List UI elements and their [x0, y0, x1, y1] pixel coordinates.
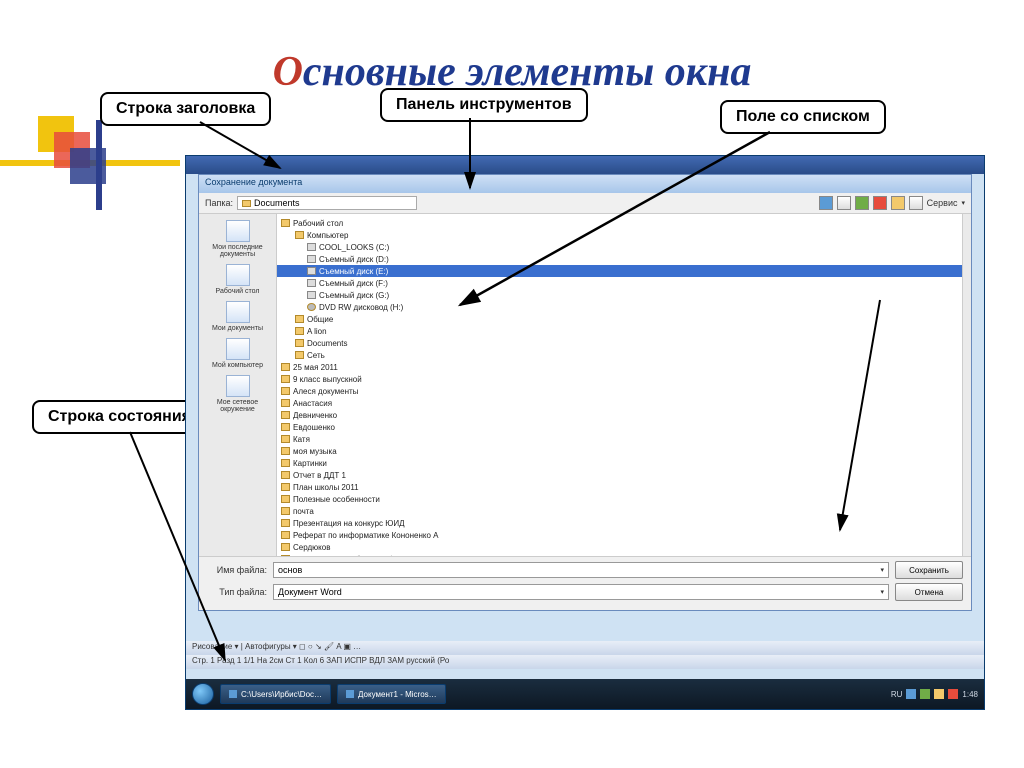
folder-tree[interactable]: Рабочий столКомпьютерCOOL_LOOKS (C:)Съем… — [277, 214, 963, 575]
views-icon[interactable] — [909, 196, 923, 210]
clock: 1:48 — [962, 690, 978, 699]
tree-row[interactable]: COOL_LOOKS (C:) — [277, 241, 962, 253]
tree-row[interactable]: Презентация на конкурс ЮИД — [277, 517, 962, 529]
nav-up-icon[interactable] — [837, 196, 851, 210]
tree-row[interactable]: Евдошенко — [277, 421, 962, 433]
tray-icon[interactable] — [906, 689, 916, 699]
filetype-combo[interactable]: Документ Word▾ — [273, 584, 889, 600]
dialog-toolbar: Папка: Documents Сервис▾ — [199, 193, 971, 214]
tree-row[interactable]: Картинки — [277, 457, 962, 469]
word-drawing-toolbar: Рисование ▾ | Автофигуры ▾ ◻ ○ ↘ 🖌 A ▣ … — [186, 641, 984, 655]
tree-row[interactable]: моя музыка — [277, 445, 962, 457]
path-label: Папка: — [205, 198, 233, 208]
tree-row[interactable]: Катя — [277, 433, 962, 445]
dialog-title: Сохранение документа — [199, 175, 971, 193]
folder-icon — [242, 200, 251, 207]
places-item[interactable]: Мои документы — [202, 299, 274, 334]
tree-row[interactable]: Съемный диск (G:) — [277, 289, 962, 301]
tree-row[interactable]: Компьютер — [277, 229, 962, 241]
filename-label: Имя файла: — [207, 565, 267, 575]
save-dialog: Сохранение документа Папка: Documents Се… — [198, 174, 972, 611]
callout-combo: Поле со списком — [720, 100, 886, 134]
new-folder-icon[interactable] — [891, 196, 905, 210]
tree-row[interactable]: почта — [277, 505, 962, 517]
tree-row[interactable]: Алеся документы — [277, 385, 962, 397]
filename-input[interactable]: основ▾ — [273, 562, 889, 578]
tree-row[interactable]: Реферат по информатике Кононенко А — [277, 529, 962, 541]
save-button[interactable]: Сохранить — [895, 561, 963, 579]
start-button[interactable] — [192, 683, 214, 705]
tree-row[interactable]: Отчет в ДДТ 1 — [277, 469, 962, 481]
tree-row[interactable]: Сеть — [277, 349, 962, 361]
service-label[interactable]: Сервис — [927, 198, 958, 208]
path-combo[interactable]: Documents — [237, 196, 417, 210]
callout-title-bar: Строка заголовка — [100, 92, 271, 126]
tree-row[interactable]: A lion — [277, 325, 962, 337]
tree-row[interactable]: 25 мая 2011 — [277, 361, 962, 373]
tree-row[interactable]: Documents — [277, 337, 962, 349]
callout-status: Строка состояния — [32, 400, 207, 434]
windows-taskbar: C:\Users\Ирбис\Doc… Документ1 - Micros… R… — [186, 679, 984, 709]
cancel-button[interactable]: Отмена — [895, 583, 963, 601]
places-bar: Мои последние документыРабочий столМои д… — [199, 214, 277, 575]
nav-back-icon[interactable] — [819, 196, 833, 210]
tree-row[interactable]: DVD RW дисковод (H:) — [277, 301, 962, 313]
search-icon[interactable] — [855, 196, 869, 210]
tray-icon[interactable] — [934, 689, 944, 699]
taskbar-item[interactable]: C:\Users\Ирбис\Doc… — [220, 684, 331, 704]
tree-row[interactable]: Полезные особенности — [277, 493, 962, 505]
language-indicator[interactable]: RU — [891, 690, 903, 699]
tree-row[interactable]: Рабочий стол — [277, 217, 962, 229]
tree-row[interactable]: Анастасия — [277, 397, 962, 409]
word-title-bar — [186, 156, 984, 174]
callout-toolbar: Панель инструментов — [380, 88, 588, 122]
system-tray: RU 1:48 — [891, 689, 978, 699]
places-item[interactable]: Мой компьютер — [202, 336, 274, 371]
filetype-label: Тип файла: — [207, 587, 267, 597]
tree-row[interactable]: Девниченко — [277, 409, 962, 421]
tray-icon[interactable] — [920, 689, 930, 699]
word-status-bar: Стр. 1 Разд 1 1/1 На 2см Ст 1 Кол 6 ЗАП … — [186, 655, 984, 669]
places-item[interactable]: Мои последние документы — [202, 218, 274, 260]
tree-row[interactable]: Съемный диск (D:) — [277, 253, 962, 265]
tree-row[interactable]: 9 класс выпускной — [277, 373, 962, 385]
tree-row[interactable]: Съемный диск (E:) — [277, 265, 962, 277]
deco-bar-vertical — [96, 120, 102, 210]
tree-row[interactable]: План школы 2011 — [277, 481, 962, 493]
places-item[interactable]: Мое сетевое окружение — [202, 373, 274, 415]
places-item[interactable]: Рабочий стол — [202, 262, 274, 297]
tree-row[interactable]: Съемный диск (F:) — [277, 277, 962, 289]
delete-icon[interactable] — [873, 196, 887, 210]
tree-row[interactable]: Общие — [277, 313, 962, 325]
tree-row[interactable]: Сердюков — [277, 541, 962, 553]
taskbar-item[interactable]: Документ1 - Micros… — [337, 684, 446, 704]
screenshot-word-window: Сохранение документа Папка: Documents Се… — [185, 155, 985, 710]
tray-icon[interactable] — [948, 689, 958, 699]
